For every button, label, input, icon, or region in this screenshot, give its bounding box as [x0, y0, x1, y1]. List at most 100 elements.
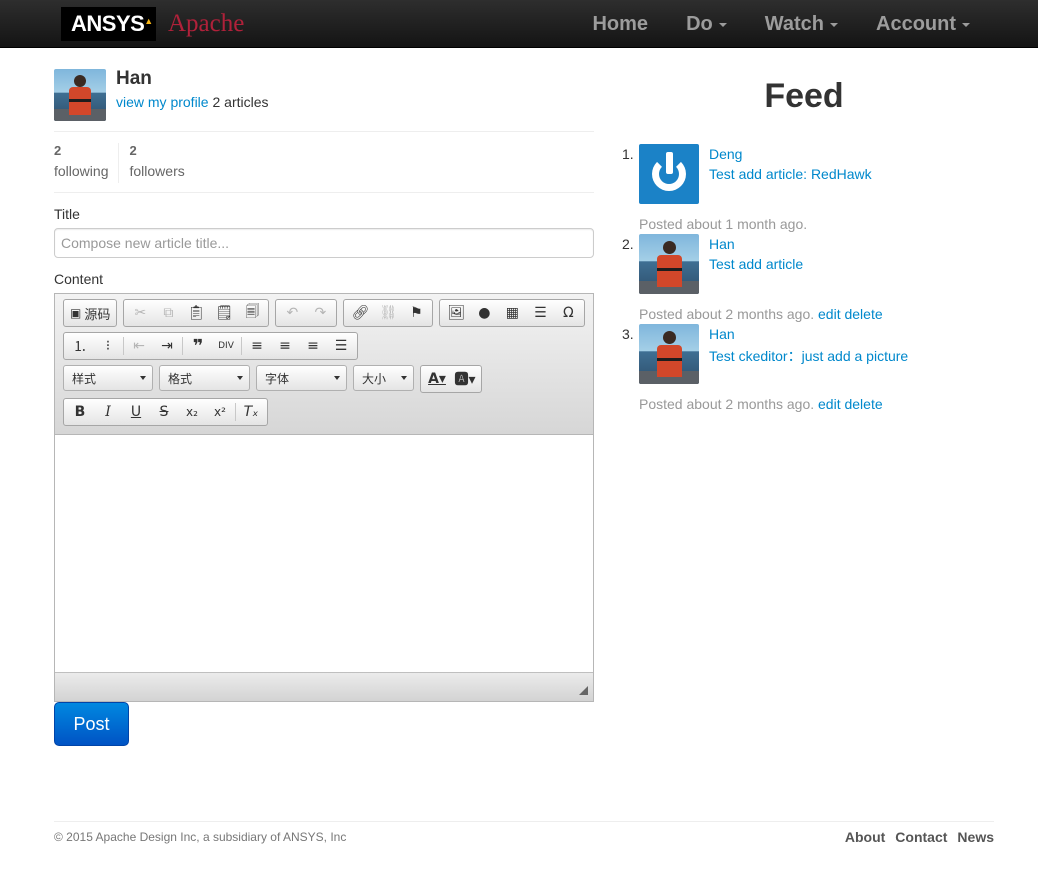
nav-watch-dropdown[interactable]: Watch [765, 13, 838, 36]
editor-content-area[interactable] [55, 435, 593, 672]
font-combo-label: 字体 [265, 371, 290, 386]
special-char-icon[interactable]: Ω [554, 301, 582, 325]
source-label: 源码 [84, 307, 111, 323]
feed-avatar[interactable] [639, 144, 699, 204]
table-icon[interactable]: ▦ [498, 301, 526, 325]
div-container-icon[interactable]: DIV [212, 334, 240, 358]
styles-combo[interactable]: 样式 [63, 365, 153, 391]
feed-avatar[interactable] [639, 324, 699, 384]
logo-text: ANSYS [71, 11, 145, 36]
size-combo-label: 大小 [362, 371, 387, 386]
ansys-logo[interactable]: ANSYS▲ [61, 7, 156, 41]
feed-item: 2. Han Test add article Posted about 2 m… [614, 234, 994, 324]
align-left-icon[interactable]: ≡ [243, 334, 271, 358]
blockquote-icon[interactable]: ❞ [184, 334, 212, 358]
align-justify-icon[interactable]: ☰ [327, 334, 355, 358]
feed-list: 1. Deng Test add article: RedHawk Posted… [614, 144, 994, 414]
align-right-icon[interactable]: ≡ [299, 334, 327, 358]
paste-text-icon[interactable]: 🗒︎ [210, 301, 238, 325]
divider [54, 192, 594, 193]
nav-home-label: Home [592, 12, 649, 35]
outdent-icon[interactable]: ⇤ [125, 334, 153, 358]
italic-icon[interactable]: I [94, 400, 122, 424]
align-center-icon[interactable]: ≡ [271, 334, 299, 358]
feed-item: 1. Deng Test add article: RedHawk Posted… [614, 144, 994, 234]
feed-user-link[interactable]: Deng [709, 146, 742, 162]
main-nav: Home Do Watch Account [554, 0, 970, 48]
user-name: Han [116, 68, 152, 89]
feed-item-number: 3. [622, 326, 634, 342]
copy-icon[interactable]: ⧉ [154, 301, 182, 325]
top-navbar: ANSYS▲ Apache Home Do Watch Account [0, 0, 1038, 48]
nav-do-label: Do [686, 12, 713, 35]
footer-about-link[interactable]: About [845, 829, 885, 845]
feed-timestamp-row: Posted about 2 months ago. edit delete [639, 396, 883, 412]
footer-news-link[interactable]: News [957, 829, 994, 845]
article-title-input[interactable] [54, 228, 594, 258]
cut-icon[interactable]: ✂ [126, 301, 154, 325]
size-combo[interactable]: 大小 [353, 365, 414, 391]
feed-content-link[interactable]: Test add article: RedHawk [709, 166, 872, 182]
subscript-icon[interactable]: x₂ [178, 400, 206, 424]
nav-account-dropdown[interactable]: Account [876, 13, 970, 36]
footer-contact-link[interactable]: Contact [895, 829, 947, 845]
power-icon [639, 144, 699, 204]
unlink-icon[interactable]: ⛓ [374, 301, 402, 325]
footer-divider [54, 821, 994, 822]
numbered-list-icon[interactable]: ⒈ [66, 334, 94, 358]
brand-name[interactable]: Apache [168, 8, 244, 40]
feed-title: Feed [764, 77, 844, 115]
delete-link[interactable]: delete [844, 306, 882, 322]
edit-link[interactable]: edit [818, 306, 841, 322]
horizontal-line-icon[interactable]: ☰ [526, 301, 554, 325]
user-avatar[interactable] [54, 69, 106, 121]
format-combo-label: 格式 [168, 371, 193, 386]
format-combo[interactable]: 格式 [159, 365, 250, 391]
feed-timestamp: Posted about 2 months ago. [639, 396, 815, 412]
feed-item-number: 1. [622, 146, 634, 162]
feed-timestamp: Posted about 2 months ago. [639, 306, 815, 322]
nav-account-label: Account [876, 12, 956, 35]
indent-icon[interactable]: ⇥ [153, 334, 181, 358]
caret-down-icon [962, 23, 970, 27]
following-stat[interactable]: 2 following [54, 143, 118, 183]
resize-handle-icon[interactable] [579, 686, 588, 695]
background-color-icon[interactable]: 🅰︎▾ [451, 367, 479, 391]
text-color-icon[interactable]: A▾ [423, 367, 451, 391]
feed-content-link[interactable]: Test ckeditor：just add a picture [709, 346, 908, 366]
feed-user-link[interactable]: Han [709, 236, 735, 252]
feed-avatar[interactable] [639, 234, 699, 294]
post-button[interactable]: Post [54, 702, 129, 746]
source-button[interactable]: ▣ 源码 [66, 301, 114, 325]
view-profile-link[interactable]: view my profile [116, 94, 209, 110]
image-icon[interactable]: 🖼︎ [442, 301, 470, 325]
chevron-down-icon [401, 376, 407, 380]
delete-link[interactable]: delete [844, 396, 882, 412]
anchor-flag-icon[interactable]: ⚑ [402, 301, 430, 325]
feed-user-link[interactable]: Han [709, 326, 735, 342]
footer-links: About Contact News [835, 829, 994, 845]
superscript-icon[interactable]: x² [206, 400, 234, 424]
edit-link[interactable]: edit [818, 396, 841, 412]
remove-format-icon[interactable]: Tₓ [237, 400, 265, 424]
link-icon[interactable]: 🔗︎ [346, 301, 374, 325]
nav-do-dropdown[interactable]: Do [686, 13, 727, 36]
paste-icon[interactable]: 📋︎ [182, 301, 210, 325]
bold-icon[interactable]: B [66, 400, 94, 424]
feed-timestamp: Posted about 1 month ago. [639, 216, 808, 232]
followers-stat[interactable]: 2 followers [118, 143, 194, 183]
underline-icon[interactable]: U [122, 400, 150, 424]
nav-home[interactable]: Home [592, 13, 648, 36]
strikethrough-icon[interactable]: S [150, 400, 178, 424]
bulleted-list-icon[interactable]: ⁝ [94, 334, 122, 358]
paste-word-icon[interactable]: 🗐︎ [238, 301, 266, 325]
title-label: Title [54, 206, 80, 222]
feed-content-link[interactable]: Test add article [709, 256, 803, 272]
undo-icon[interactable]: ↶ [278, 301, 306, 325]
divider [54, 131, 594, 132]
flash-icon[interactable]: ● [470, 301, 498, 325]
feed-item: 3. Han Test ckeditor：just add a picture … [614, 324, 994, 414]
chevron-down-icon [140, 376, 146, 380]
font-combo[interactable]: 字体 [256, 365, 347, 391]
redo-icon[interactable]: ↷ [306, 301, 334, 325]
